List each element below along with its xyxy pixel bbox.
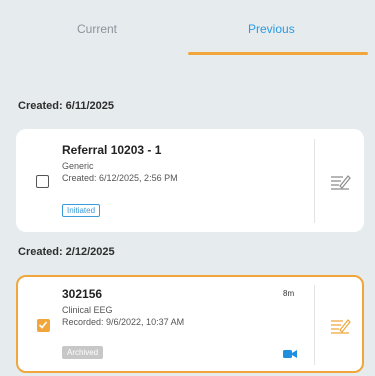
card-detail: Recorded: 9/6/2022, 10:37 AM [62,317,185,327]
section-heading: Created: 6/11/2025 [18,100,115,112]
sign-document-icon[interactable] [329,317,351,340]
card-title: Referral 10203 - 1 [62,143,162,157]
recording-card[interactable]: 302156 8m Clinical EEG Recorded: 9/6/202… [16,275,364,373]
select-checkbox[interactable] [36,175,49,188]
tab-previous[interactable]: Previous [248,22,295,36]
tab-bar: Current Previous [0,0,375,58]
sign-document-icon[interactable] [329,173,351,196]
card-subtitle: Clinical EEG [62,305,113,315]
section-heading: Created: 2/12/2025 [18,246,115,258]
divider [314,139,315,223]
referral-card[interactable]: Referral 10203 - 1 Generic Created: 6/12… [16,129,364,232]
status-badge: Initiated [62,204,101,217]
divider [314,285,315,365]
checkmark-icon [38,321,48,329]
card-detail: Created: 6/12/2025, 2:56 PM [62,173,178,183]
active-tab-indicator [188,52,368,55]
card-title: 302156 [62,287,103,301]
video-camera-icon[interactable] [283,346,297,364]
select-checkbox[interactable] [37,319,50,332]
card-subtitle: Generic [62,161,94,171]
duration-label: 8m [283,289,295,298]
tab-current[interactable]: Current [77,22,117,36]
status-badge: Archived [62,346,104,359]
